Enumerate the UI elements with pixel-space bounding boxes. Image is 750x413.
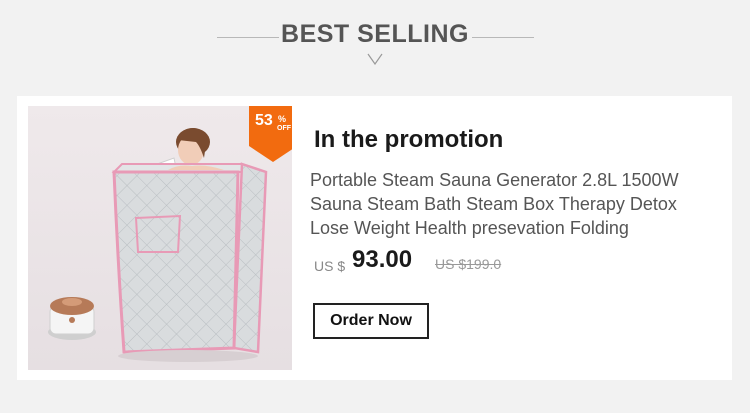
section-title: BEST SELLING — [281, 20, 469, 48]
order-now-button[interactable]: Order Now — [313, 303, 429, 339]
product-image[interactable]: 53 % OFF — [28, 106, 292, 370]
discount-number: 53 — [255, 112, 273, 129]
sale-price: 93.00 — [352, 246, 413, 273]
discount-percent: % — [278, 114, 287, 124]
discount-off-label: OFF — [277, 125, 291, 132]
currency-label: US $ — [314, 258, 346, 274]
chevron-down-icon — [367, 53, 383, 65]
discount-badge: 53 % OFF — [249, 106, 292, 162]
header-divider-right — [472, 37, 534, 38]
product-name[interactable]: Portable Steam Sauna Generator 2.8L 1500… — [310, 168, 720, 240]
promo-heading: In the promotion — [314, 126, 504, 153]
product-card[interactable]: 53 % OFF In the promotion Portable Steam… — [17, 96, 732, 380]
original-price: US $199.0 — [435, 256, 502, 272]
section-header: BEST SELLING — [0, 0, 750, 80]
